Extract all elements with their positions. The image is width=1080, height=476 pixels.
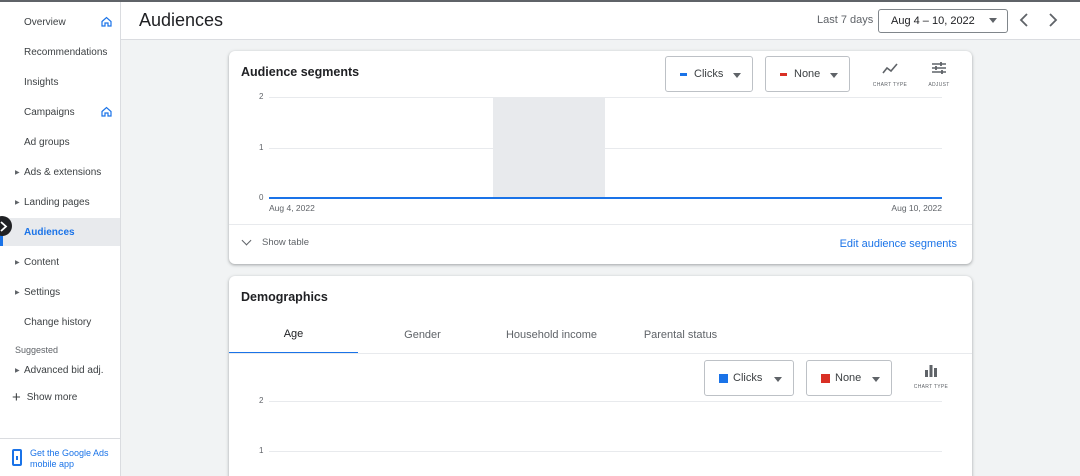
- sidebar-item-label: Landing pages: [24, 196, 90, 208]
- y-tick-label: 1: [259, 446, 264, 455]
- sidebar-item-advanced-bid-adj-[interactable]: ▶ Advanced bid adj.: [0, 356, 120, 384]
- y-tick-label: 2: [259, 396, 264, 405]
- audience-segments-card: Audience segments Clicks None CHART TYPE…: [229, 51, 972, 264]
- metric-color-swatch: [719, 373, 728, 383]
- sidebar-item-ads-extensions[interactable]: ▶ Ads & extensions: [0, 158, 120, 186]
- caret-right-icon: ▶: [15, 289, 20, 296]
- show-table-toggle[interactable]: Show table: [241, 235, 310, 248]
- sidebar-item-landing-pages[interactable]: ▶ Landing pages: [0, 188, 120, 216]
- tabs-divider: [229, 353, 972, 354]
- sidebar-item-recommendations[interactable]: Recommendations: [0, 38, 120, 66]
- sidebar-item-label: Settings: [24, 286, 61, 298]
- chevron-right-icon: [1049, 13, 1058, 27]
- sidebar-item-label: Ads & extensions: [24, 166, 102, 178]
- primary-metric-select[interactable]: Clicks: [704, 360, 794, 396]
- sidebar-item-label: Insights: [24, 76, 59, 88]
- sidebar-item-label: Overview: [24, 16, 66, 28]
- date-range-value: Aug 4 – 10, 2022: [891, 15, 975, 27]
- date-range-label: Last 7 days: [817, 14, 874, 26]
- sidebar-item-label: Campaigns: [24, 106, 75, 118]
- chevron-down-icon: [241, 235, 252, 246]
- sidebar-item-label: Content: [24, 256, 60, 268]
- edit-audience-segments-link[interactable]: Edit audience segments: [840, 238, 957, 250]
- previous-period-button[interactable]: [1014, 10, 1034, 30]
- next-period-button[interactable]: [1043, 10, 1063, 30]
- sidebar-item-label: Change history: [24, 316, 92, 328]
- chevron-right-icon: [0, 220, 8, 232]
- card-divider: [229, 224, 972, 225]
- tab-household-income[interactable]: Household income: [487, 316, 616, 354]
- mobile-app-link[interactable]: Get the Google Ads mobile app: [0, 438, 120, 476]
- secondary-metric-select[interactable]: None: [806, 360, 892, 396]
- chart-type-label: CHART TYPE: [913, 384, 949, 390]
- sidebar-item-ad-groups[interactable]: Ad groups: [0, 128, 120, 156]
- dropdown-arrow-icon: [872, 377, 880, 382]
- page-header: Audiences Last 7 days Aug 4 – 10, 2022: [121, 2, 1080, 40]
- secondary-metric-label: None: [835, 372, 862, 384]
- caret-right-icon: ▶: [15, 199, 20, 206]
- chart-type-button[interactable]: CHART TYPE: [909, 364, 953, 390]
- plus-icon: +: [12, 389, 21, 406]
- metric-color-swatch: [821, 373, 830, 383]
- page-title: Audiences: [139, 10, 224, 30]
- date-range-picker[interactable]: Aug 4 – 10, 2022: [878, 9, 1008, 33]
- sidebar-item-content[interactable]: ▶ Content: [0, 248, 120, 276]
- line-plot: [269, 197, 942, 199]
- sidebar-item-overview[interactable]: Overview: [0, 8, 120, 36]
- sidebar-item-insights[interactable]: Insights: [0, 68, 120, 96]
- sidebar-item-label: Recommendations: [24, 46, 108, 58]
- dropdown-arrow-icon: [989, 18, 997, 23]
- caret-right-icon: ▶: [15, 367, 20, 374]
- gridline: [269, 451, 942, 452]
- tab-age[interactable]: Age: [229, 316, 358, 354]
- x-tick-label: Aug 4, 2022: [269, 203, 315, 213]
- sidebar-item-change-history[interactable]: Change history: [0, 308, 120, 336]
- sidebar-item-label: Audiences: [24, 226, 75, 238]
- bar-chart-icon: [925, 365, 937, 377]
- show-table-label: Show table: [262, 237, 310, 248]
- sidebar: Overview Recommendations Insights Campaigns…: [0, 2, 121, 476]
- phone-icon: [12, 449, 22, 466]
- gridline: [269, 401, 942, 402]
- dropdown-arrow-icon: [774, 377, 782, 382]
- caret-right-icon: ▶: [15, 259, 20, 266]
- show-more-button[interactable]: + Show more: [12, 390, 77, 405]
- demographics-card: Demographics Age Gender Household income Pa…: [229, 276, 972, 476]
- chevron-left-icon: [1019, 13, 1028, 27]
- home-icon: [101, 106, 112, 117]
- demographics-title: Demographics: [241, 290, 328, 304]
- home-icon: [101, 16, 112, 27]
- sidebar-item-label: Ad groups: [24, 136, 70, 148]
- primary-metric-label: Clicks: [733, 372, 763, 384]
- x-tick-label: Aug 10, 2022: [891, 203, 942, 213]
- tab-parental-status[interactable]: Parental status: [616, 316, 745, 354]
- sidebar-item-label: Advanced bid adj.: [24, 364, 104, 376]
- sidebar-item-audiences[interactable]: Audiences: [0, 218, 120, 246]
- sidebar-item-campaigns[interactable]: Campaigns: [0, 98, 120, 126]
- mobile-app-label: Get the Google Ads mobile app: [30, 448, 109, 469]
- sidebar-suggested-label: Suggested: [15, 345, 59, 355]
- show-more-label: Show more: [26, 392, 78, 403]
- tab-gender[interactable]: Gender: [358, 316, 487, 354]
- sidebar-item-settings[interactable]: ▶ Settings: [0, 278, 120, 306]
- caret-right-icon: ▶: [15, 169, 20, 176]
